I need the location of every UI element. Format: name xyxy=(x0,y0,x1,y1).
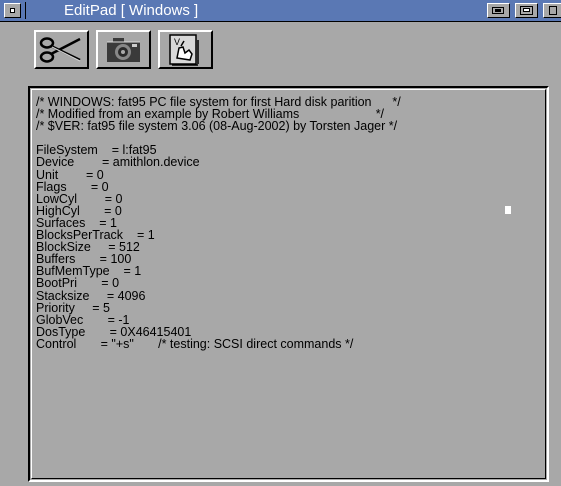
text-line[interactable]: Device = amithlon.device xyxy=(36,156,543,169)
cut-button[interactable] xyxy=(34,30,89,69)
scissors-icon xyxy=(39,37,81,63)
text-line[interactable]: Unit = 0 xyxy=(36,168,543,181)
editor-area[interactable]: /* WINDOWS: fat95 PC file system for fir… xyxy=(28,86,549,482)
text-line[interactable]: Priority = 5 xyxy=(36,301,543,314)
text-cursor xyxy=(505,206,511,214)
title-bar[interactable]: EditPad [ Windows ] xyxy=(0,0,561,22)
text-line[interactable]: Stacksize = 4096 xyxy=(36,289,543,302)
text-line[interactable]: Flags = 0 xyxy=(36,180,543,193)
toolbar: V xyxy=(0,22,561,76)
close-icon[interactable] xyxy=(4,3,21,18)
hand-document-icon: V xyxy=(169,34,199,66)
text-line[interactable]: Control = "+s" /* testing: SCSI direct c… xyxy=(36,338,543,351)
gear-camera-icon xyxy=(107,38,140,62)
text-line[interactable]: BootPri = 0 xyxy=(36,277,543,290)
iconify-icon[interactable] xyxy=(487,3,510,18)
editpad-window: EditPad [ Windows ] V /* WINDOWS: fat95 … xyxy=(0,0,561,486)
depth-icon[interactable] xyxy=(543,3,561,18)
text-line[interactable]: GlobVec = -1 xyxy=(36,313,543,326)
text-content[interactable]: /* WINDOWS: fat95 PC file system for fir… xyxy=(36,96,543,350)
settings-button[interactable] xyxy=(96,30,151,69)
paste-button[interactable]: V xyxy=(158,30,213,69)
svg-text:V: V xyxy=(174,37,180,47)
zoom-icon[interactable] xyxy=(515,3,538,18)
text-line[interactable]: /* $VER: fat95 file system 3.06 (08-Aug-… xyxy=(36,120,543,133)
window-title: EditPad [ Windows ] xyxy=(64,2,199,19)
title-separator xyxy=(25,2,26,19)
